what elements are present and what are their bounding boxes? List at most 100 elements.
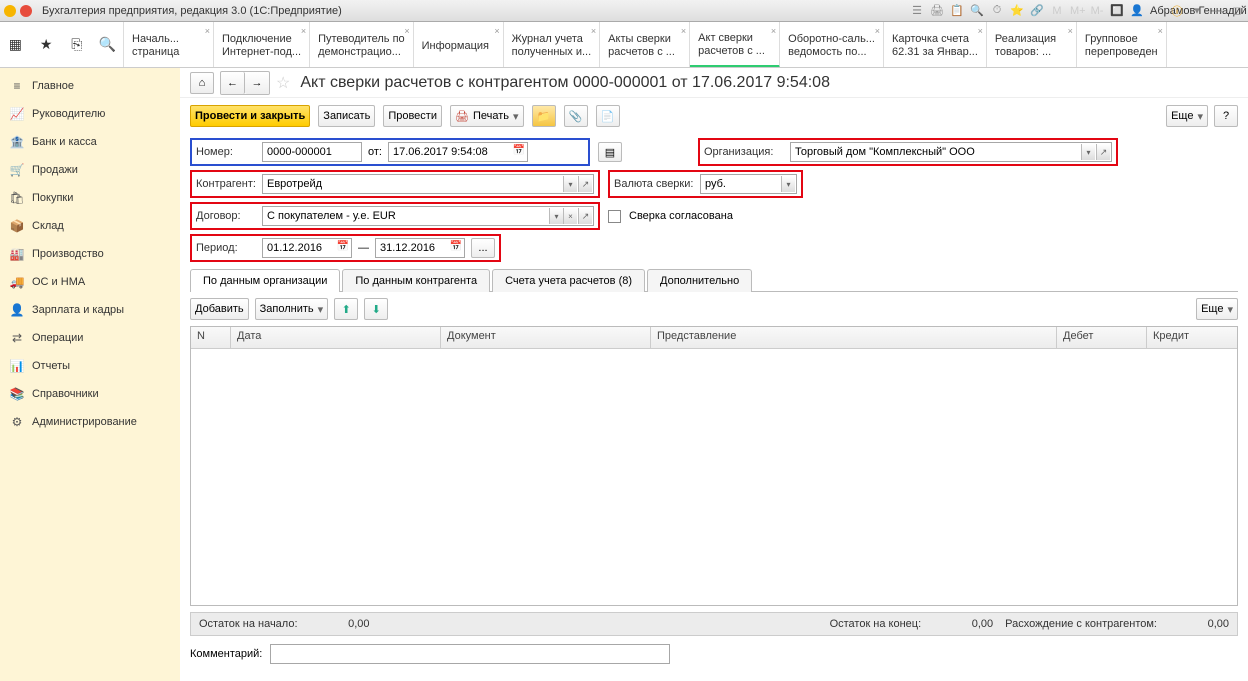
period-select-button[interactable]: ...	[471, 238, 495, 258]
close-icon[interactable]: ×	[404, 25, 409, 38]
dropdown-icon[interactable]: ▾	[1081, 144, 1095, 160]
nav-fwd-button[interactable]: →	[245, 72, 269, 94]
doc-tab[interactable]: ×Акт сверкирасчетов с ...	[690, 22, 780, 67]
calendar-icon[interactable]: 📅	[337, 241, 349, 252]
detail-tab[interactable]: Счета учета расчетов (8)	[492, 269, 645, 292]
sidebar-item[interactable]: 📈Руководителю	[0, 100, 180, 128]
col-date[interactable]: Дата	[231, 327, 441, 348]
calendar-icon[interactable]: 📅	[450, 241, 462, 252]
sidebar-item[interactable]: 👤Зарплата и кадры	[0, 296, 180, 324]
record-button[interactable]: Записать	[318, 105, 375, 127]
attach-button[interactable]: 📎	[564, 105, 588, 127]
post-button[interactable]: Провести	[383, 105, 442, 127]
comment-input[interactable]	[270, 644, 670, 664]
open-icon[interactable]: ↗	[578, 208, 592, 224]
contract-input[interactable]: С покупателем - у.е. EUR▾×↗	[262, 206, 594, 226]
doc-tab[interactable]: ×Информация	[414, 22, 504, 67]
add-button[interactable]: Добавить	[190, 298, 249, 320]
detail-tab[interactable]: Дополнительно	[647, 269, 752, 292]
home-button[interactable]: ⌂	[190, 72, 214, 94]
tool-icon[interactable]: ☰	[910, 4, 924, 17]
number-input[interactable]: 0000-000001	[262, 142, 362, 162]
doc-tab[interactable]: ×Акты сверкирасчетов с ...	[600, 22, 690, 67]
nav-back-button[interactable]: ←	[221, 72, 245, 94]
close-icon[interactable]: ×	[301, 25, 306, 38]
tool-icon[interactable]: ⭐	[1010, 4, 1024, 17]
col-debit[interactable]: Дебет	[1057, 327, 1147, 348]
move-down-button[interactable]: ⬇	[364, 298, 388, 320]
sidebar-item[interactable]: 🏦Банк и касса	[0, 128, 180, 156]
doc-tab[interactable]: ×Карточка счета62.31 за Январ...	[884, 22, 987, 67]
date-input[interactable]: 17.06.2017 9:54:08📅	[388, 142, 528, 162]
post-and-close-button[interactable]: Провести и закрыть	[190, 105, 310, 127]
tool-icon[interactable]: 🖨	[930, 4, 944, 17]
close-icon[interactable]: ×	[978, 25, 983, 38]
org-input[interactable]: Торговый дом "Комплексный" ООО▾↗	[790, 142, 1112, 162]
detail-tab[interactable]: По данным контрагента	[342, 269, 490, 292]
star-icon[interactable]: ★	[35, 36, 57, 53]
close-icon[interactable]: ×	[494, 25, 499, 38]
tool-icon[interactable]: 🔲	[1110, 4, 1124, 17]
report-button[interactable]: 📄	[596, 105, 620, 127]
tool-icon[interactable]: 🔍	[970, 4, 984, 17]
sidebar-item[interactable]: 📚Справочники	[0, 380, 180, 408]
dropdown-icon[interactable]: ▾	[781, 176, 795, 192]
doc-tab[interactable]: ×Журнал учетаполученных и...	[504, 22, 601, 67]
doc-tab[interactable]: ×Путеводитель подемонстрацио...	[310, 22, 414, 67]
maximize-icon[interactable]: ◻	[1230, 4, 1244, 17]
col-credit[interactable]: Кредит	[1147, 327, 1237, 348]
close-icon[interactable]: ×	[591, 25, 596, 38]
currency-input[interactable]: руб.▾	[700, 174, 797, 194]
period-from-input[interactable]: 01.12.2016📅	[262, 238, 352, 258]
dropdown-icon[interactable]: ▾	[563, 176, 577, 192]
col-repr[interactable]: Представление	[651, 327, 1057, 348]
minimize-icon[interactable]: —	[1210, 5, 1224, 17]
grid-body[interactable]	[191, 349, 1237, 605]
doc-tab[interactable]: ×Началь...страница	[124, 22, 214, 67]
doc-tab[interactable]: ×Групповоеперепроведен	[1077, 22, 1167, 67]
sidebar-item[interactable]: 🏭Производство	[0, 240, 180, 268]
tool-icon[interactable]: ⏱	[990, 4, 1004, 17]
col-n[interactable]: N	[191, 327, 231, 348]
date-extra-button[interactable]: ▤	[598, 142, 622, 162]
open-icon[interactable]: ↗	[578, 176, 592, 192]
sidebar-item[interactable]: 📦Склад	[0, 212, 180, 240]
folder-button[interactable]: 📁	[532, 105, 556, 127]
sidebar-item[interactable]: ⚙Администрирование	[0, 408, 180, 436]
move-up-button[interactable]: ⬆	[334, 298, 358, 320]
tool-icon[interactable]: 📋	[950, 4, 964, 17]
print-button[interactable]: 🖨Печать▾	[450, 105, 524, 127]
dropdown-icon[interactable]: ▾	[549, 208, 563, 224]
sidebar-item[interactable]: 🚚ОС и НМА	[0, 268, 180, 296]
agreed-checkbox[interactable]	[608, 210, 621, 223]
history-icon[interactable]: ⎘	[66, 36, 88, 53]
close-icon[interactable]: ×	[1158, 25, 1163, 38]
doc-tab[interactable]: ×Оборотно-саль...ведомость по...	[780, 22, 884, 67]
fill-button[interactable]: Заполнить▾	[255, 298, 329, 320]
partner-input[interactable]: Евротрейд▾↗	[262, 174, 594, 194]
sidebar-item[interactable]: 📊Отчеты	[0, 352, 180, 380]
data-grid[interactable]: N Дата Документ Представление Дебет Кред…	[190, 326, 1238, 606]
info-icon[interactable]: ⓘ	[1170, 3, 1184, 19]
doc-tab[interactable]: ×Реализациятоваров: ...	[987, 22, 1077, 67]
help-button[interactable]: ?	[1214, 105, 1238, 127]
more-button[interactable]: Еще▾	[1166, 105, 1208, 127]
close-icon[interactable]: ×	[771, 25, 776, 38]
apps-icon[interactable]: ▦	[4, 36, 26, 53]
close-icon[interactable]: ×	[681, 25, 686, 38]
period-to-input[interactable]: 31.12.2016📅	[375, 238, 465, 258]
sidebar-item[interactable]: ≡Главное	[0, 72, 180, 100]
calendar-icon[interactable]: 📅	[513, 145, 525, 156]
close-icon[interactable]: ×	[1068, 25, 1073, 38]
favorite-icon[interactable]: ☆	[276, 73, 290, 93]
doc-tab[interactable]: ×ПодключениеИнтернет-под...	[214, 22, 310, 67]
tool-icon[interactable]: 🔗	[1030, 4, 1044, 17]
search-icon[interactable]: 🔍	[97, 36, 119, 53]
sidebar-item[interactable]: 🛍Покупки	[0, 184, 180, 212]
col-doc[interactable]: Документ	[441, 327, 651, 348]
close-icon[interactable]: ×	[205, 25, 210, 38]
more-grid-button[interactable]: Еще▾	[1196, 298, 1238, 320]
clear-icon[interactable]: ×	[563, 208, 577, 224]
open-icon[interactable]: ↗	[1096, 144, 1110, 160]
sidebar-item[interactable]: ⇄Операции	[0, 324, 180, 352]
